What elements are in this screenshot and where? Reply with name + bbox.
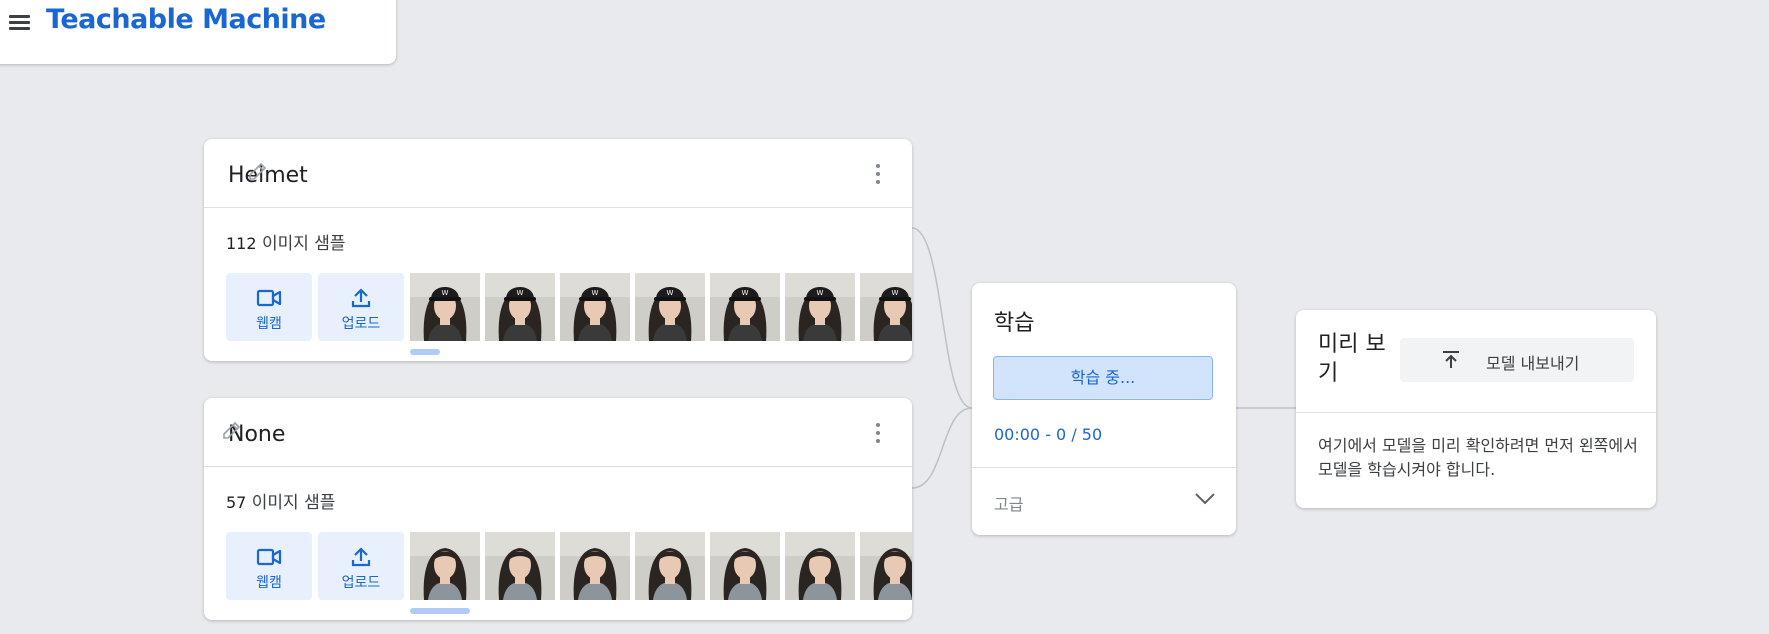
upload-label: 업로드 — [341, 316, 381, 332]
training-button[interactable]: 학습 중... — [993, 356, 1213, 400]
more-options-icon[interactable] — [868, 163, 888, 185]
sample-thumbnail[interactable]: W — [560, 273, 630, 341]
sample-thumbnail[interactable]: W — [635, 273, 705, 341]
svg-text:W: W — [517, 289, 524, 297]
upload-icon — [351, 288, 371, 308]
sample-thumbnail[interactable]: W — [410, 273, 480, 341]
export-model-button[interactable]: 모델 내보내기 — [1400, 338, 1634, 382]
sample-count-number: 112 — [226, 234, 257, 253]
webcam-icon — [256, 548, 282, 566]
upload-icon — [351, 547, 371, 567]
sample-thumbnail[interactable] — [635, 532, 705, 600]
hamburger-menu-icon[interactable] — [8, 10, 32, 34]
preview-card: 미리 보기 모델 내보내기 여기에서 모델을 미리 확인하려면 먼저 왼쪽에서 … — [1296, 310, 1656, 508]
class-card-helmet: Helmet 112 이미지 샘플웹캠 업로드 W W W W W W W — [204, 139, 912, 361]
edit-pencil-icon[interactable] — [220, 418, 244, 442]
webcam-label: 웹캠 — [256, 316, 282, 332]
sample-count-number: 57 — [226, 493, 247, 512]
sample-thumbnail[interactable] — [485, 532, 555, 600]
svg-text:W: W — [892, 289, 899, 297]
training-progress-timer: 00:00 - 0 / 50 — [994, 425, 1103, 444]
sample-thumbnail[interactable]: W — [860, 273, 912, 341]
training-title: 학습 — [994, 311, 1035, 336]
class-header: Helmet — [204, 139, 912, 208]
webcam-button[interactable]: 웹캠 — [226, 532, 312, 600]
connector-helmet-to-training — [911, 227, 973, 409]
divider — [1296, 412, 1656, 413]
sample-thumbnail[interactable] — [560, 532, 630, 600]
training-card: 학습 학습 중... 00:00 - 0 / 50 고급 — [972, 283, 1236, 535]
class-card-none: None 57 이미지 샘플웹캠 업로드 — [204, 398, 912, 620]
sample-count-label: 이미지 샘플 — [261, 234, 346, 254]
advanced-label: 고급 — [994, 495, 1024, 514]
thumbnail-scrollbar[interactable] — [410, 349, 440, 355]
sample-thumbnail[interactable] — [860, 532, 912, 600]
connector-none-to-training — [911, 407, 973, 489]
svg-text:W: W — [592, 289, 599, 297]
app-title[interactable]: Teachable Machine — [46, 4, 326, 35]
svg-text:W: W — [442, 289, 449, 297]
upload-button[interactable]: 업로드 — [318, 273, 404, 341]
webcam-label: 웹캠 — [256, 575, 282, 591]
svg-text:W: W — [742, 289, 749, 297]
sample-thumbnail[interactable]: W — [785, 273, 855, 341]
sample-thumbnail[interactable] — [710, 532, 780, 600]
upload-label: 업로드 — [341, 575, 381, 591]
sample-thumbnail[interactable]: W — [710, 273, 780, 341]
sample-count-label: 이미지 샘플 — [251, 493, 336, 513]
app-header: Teachable Machine — [0, 0, 396, 64]
edit-pencil-icon[interactable] — [246, 159, 270, 183]
sample-thumbnail[interactable] — [410, 532, 480, 600]
chevron-down-icon — [1195, 493, 1215, 505]
sample-count: 57 이미지 샘플 — [226, 488, 335, 513]
sample-thumbnail[interactable] — [785, 532, 855, 600]
export-icon — [1443, 351, 1459, 368]
webcam-button[interactable]: 웹캠 — [226, 273, 312, 341]
sample-thumbnail-strip[interactable] — [410, 532, 912, 600]
sample-count: 112 이미지 샘플 — [226, 229, 346, 254]
svg-text:W: W — [817, 289, 824, 297]
class-header: None — [204, 398, 912, 467]
webcam-icon — [256, 289, 282, 307]
preview-title: 미리 보기 — [1318, 332, 1386, 386]
upload-button[interactable]: 업로드 — [318, 532, 404, 600]
sample-thumbnail-strip[interactable]: WWWWWWW — [410, 273, 912, 341]
preview-message: 여기에서 모델을 미리 확인하려면 먼저 왼쪽에서 모델을 학습시켜야 합니다. — [1318, 436, 1638, 479]
sample-thumbnail[interactable]: W — [485, 273, 555, 341]
svg-text:W: W — [667, 289, 674, 297]
more-options-icon[interactable] — [868, 422, 888, 444]
export-model-label: 모델 내보내기 — [1486, 354, 1580, 373]
advanced-settings-toggle[interactable]: 고급 — [972, 468, 1236, 535]
thumbnail-scrollbar[interactable] — [410, 608, 470, 614]
